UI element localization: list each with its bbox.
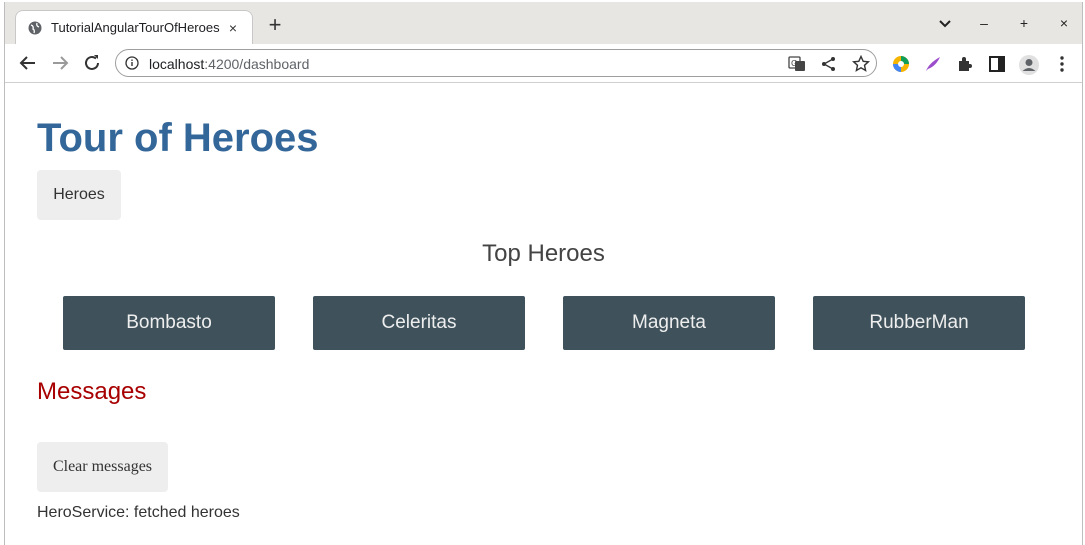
reload-icon[interactable] <box>81 52 103 74</box>
clear-messages-button[interactable]: Clear messages <box>37 442 168 492</box>
minimize-button[interactable]: – <box>973 12 995 34</box>
hero-card[interactable]: Magneta <box>563 296 775 350</box>
globe-icon <box>28 21 42 35</box>
bookmark-star-icon[interactable] <box>851 54 871 73</box>
translate-icon[interactable]: G <box>788 55 806 73</box>
more-menu-icon[interactable] <box>1052 54 1072 74</box>
browser-tab[interactable]: TutorialAngularTourOfHeroes × <box>15 10 253 45</box>
address-bar[interactable]: localhost:4200/dashboard G <box>115 49 877 77</box>
tab-search-icon[interactable] <box>934 12 956 34</box>
app-title: Tour of Heroes <box>37 116 319 160</box>
close-tab-icon[interactable]: × <box>224 19 242 37</box>
puzzle-extensions-icon[interactable] <box>955 54 975 74</box>
hero-card[interactable]: RubberMan <box>813 296 1025 350</box>
heroes-nav-link[interactable]: Heroes <box>37 170 121 220</box>
tab-strip: TutorialAngularTourOfHeroes × + – + × <box>5 2 1082 45</box>
url-path: :4200/dashboard <box>204 56 310 72</box>
forward-arrow-icon[interactable] <box>49 52 71 74</box>
close-window-button[interactable]: × <box>1053 12 1075 34</box>
hero-card[interactable]: Bombasto <box>63 296 275 350</box>
browser-window: TutorialAngularTourOfHeroes × + – + × lo… <box>4 2 1083 545</box>
browser-toolbar: localhost:4200/dashboard G <box>5 44 1082 83</box>
message-item: HeroService: fetched heroes <box>37 504 240 521</box>
tab-title: TutorialAngularTourOfHeroes <box>51 20 220 35</box>
feather-icon[interactable] <box>923 54 943 74</box>
share-icon[interactable] <box>820 55 838 73</box>
url-host: localhost <box>149 56 205 72</box>
svg-text:G: G <box>791 59 797 68</box>
maximize-button[interactable]: + <box>1013 12 1035 34</box>
url-text: localhost:4200/dashboard <box>149 56 309 72</box>
side-panel-icon[interactable] <box>987 54 1007 74</box>
profile-avatar-icon[interactable] <box>1018 54 1039 75</box>
extension-icon[interactable] <box>891 54 911 74</box>
top-heroes-heading: Top Heroes <box>482 240 605 267</box>
messages-heading: Messages <box>37 378 147 405</box>
back-arrow-icon[interactable] <box>17 52 39 74</box>
info-icon[interactable] <box>125 56 139 70</box>
hero-card[interactable]: Celeritas <box>313 296 525 350</box>
page-content: Tour of Heroes Heroes Top Heroes Bombast… <box>5 83 1082 545</box>
new-tab-button[interactable]: + <box>263 14 287 38</box>
